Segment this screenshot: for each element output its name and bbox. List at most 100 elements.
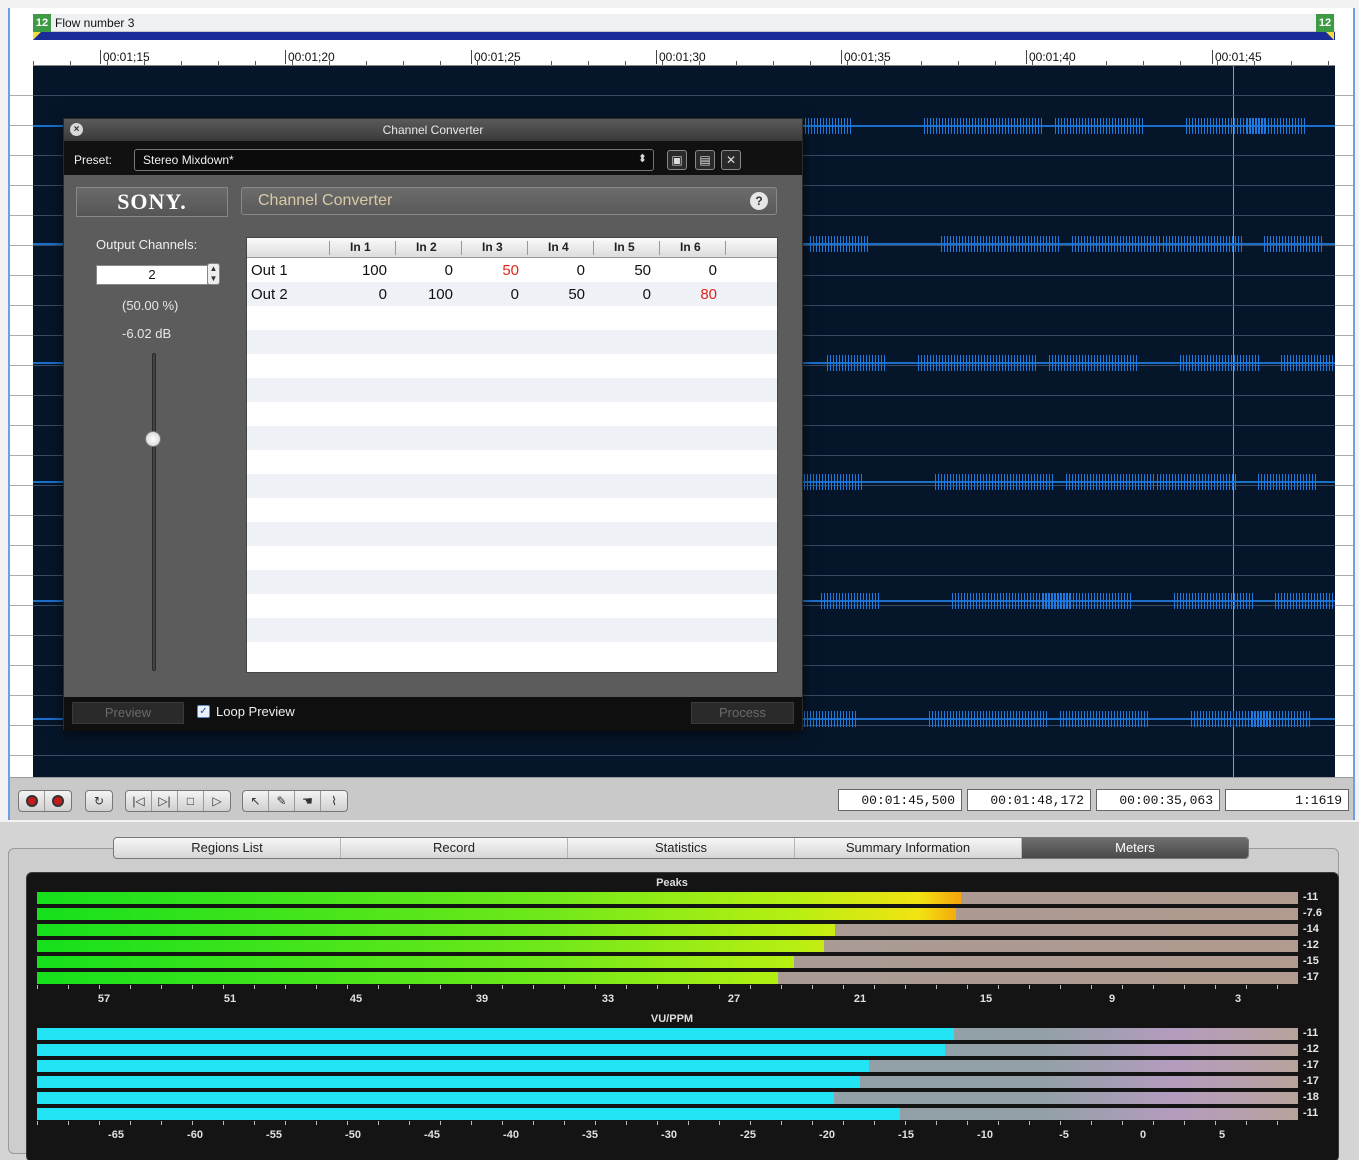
preset-bar: Preset: Stereo Mixdown* ⬍ ▣ ▤ ✕ [64,141,802,175]
matrix-column-header[interactable]: In 1 [350,240,371,254]
gain-slider-thumb[interactable] [145,430,161,447]
waveform-burst [804,474,864,490]
loop-button[interactable]: ↻ [86,791,112,811]
matrix-empty-row [247,330,777,354]
play-button[interactable]: ▷ [204,791,230,811]
meter-bar [37,1028,1298,1040]
matrix-column-header[interactable]: In 6 [680,240,701,254]
close-icon[interactable]: × [70,123,83,136]
region-start-marker[interactable]: 12 [33,14,51,32]
matrix-cell[interactable]: 50 [611,262,651,279]
floppy-save-icon: ▤ [699,153,711,167]
meter-fill [37,908,957,920]
matrix-cell[interactable]: 0 [347,286,387,303]
save-as-preset-button[interactable]: ▤ [695,150,715,170]
help-icon[interactable]: ? [750,192,768,210]
meter-value: -11 [1303,1027,1319,1039]
envelope-icon: ⌇ [331,794,337,808]
delete-preset-button[interactable]: ✕ [721,150,741,170]
waveform-burst [821,593,881,609]
record-button[interactable] [19,791,45,811]
tab-meters[interactable]: Meters [1022,838,1248,858]
selection-start-field[interactable]: 00:01:45,500 [838,789,962,811]
meter-scale-label: -55 [266,1129,282,1141]
matrix-cell[interactable]: 50 [479,262,519,279]
zoom-ratio-field[interactable]: 1:1619 [1225,789,1349,811]
matrix-empty-row [247,642,777,666]
meter-bar [37,956,1298,968]
region-title: Flow number 3 [55,16,135,30]
meter-fill [37,1108,900,1120]
matrix-column-header[interactable]: In 3 [482,240,503,254]
matrix-cell[interactable]: 0 [677,262,717,279]
time-ruler[interactable]: 00:01;15 00:01;20 00:01;25 00:01;30 00:0… [33,40,1335,66]
waveform-burst [941,236,1061,252]
meter-value: -17 [1303,1059,1319,1071]
matrix-empty-row [247,498,777,522]
matrix-column-header[interactable]: In 4 [548,240,569,254]
preview-button[interactable]: Preview [72,702,184,724]
meter-bar [37,1044,1298,1056]
matrix-empty-row [247,426,777,450]
save-preset-button[interactable]: ▣ [667,150,687,170]
region-bar[interactable]: Flow number 3 [33,14,1335,32]
select-tool-button[interactable]: ↖ [243,791,269,811]
matrix-row[interactable]: Out 1 100 0 50 0 50 0 [247,258,777,282]
meter-bar [37,892,1298,904]
matrix-cell[interactable]: 100 [347,262,387,279]
preset-select[interactable]: Stereo Mixdown* ⬍ [134,149,654,171]
column-separator [725,241,726,255]
matrix-empty-row [247,570,777,594]
track-gridline [33,95,1335,96]
meter-scale-label: -60 [187,1129,203,1141]
meter-scale-label: 45 [349,993,363,1005]
selection-end-field[interactable]: 00:01:48,172 [967,789,1091,811]
pencil-tool-button[interactable]: ✎ [269,791,295,811]
scrub-tool-button[interactable]: ☚ [295,791,321,811]
selection-length-field[interactable]: 00:00:35,063 [1096,789,1220,811]
gain-db: -6.02 dB [122,326,172,341]
matrix-cell[interactable]: 0 [413,262,453,279]
matrix-cell[interactable]: 0 [611,286,651,303]
region-line [33,32,1335,40]
tab-statistics[interactable]: Statistics [568,838,795,858]
tab-record[interactable]: Record [341,838,568,858]
skip-forward-icon: ▷| [158,794,171,808]
region-end-marker[interactable]: 12 [1316,14,1334,32]
matrix-column-header[interactable]: In 2 [416,240,437,254]
matrix-cell[interactable]: 0 [545,262,585,279]
meter-scale-label: -25 [740,1129,756,1141]
column-separator [527,241,528,255]
matrix-column-header[interactable]: In 5 [614,240,635,254]
meter-fill [37,924,836,936]
gain-slider-track[interactable] [152,353,156,671]
process-button[interactable]: Process [691,702,794,724]
envelope-tool-button[interactable]: ⌇ [321,791,347,811]
record-arm-button[interactable] [45,791,71,811]
tool-button-group: ↖ ✎ ☚ ⌇ [242,790,348,812]
loop-preview-checkbox[interactable]: ✓ [197,705,210,718]
matrix-cell[interactable]: 0 [479,286,519,303]
waveform-burst [1264,236,1324,252]
matrix-row[interactable]: Out 2 0 100 0 50 0 80 [247,282,777,306]
matrix-cell[interactable]: 80 [677,286,717,303]
meter-bar [37,1092,1298,1104]
loop-preview-label[interactable]: Loop Preview [216,704,295,719]
waveform-burst [1043,593,1133,609]
go-to-start-button[interactable]: |◁ [126,791,152,811]
tab-regions-list[interactable]: Regions List [114,838,341,858]
stop-button[interactable]: □ [178,791,204,811]
matrix-empty-row [247,594,777,618]
output-channels-input[interactable]: 2 [96,265,208,285]
tab-summary-information[interactable]: Summary Information [795,838,1022,858]
go-to-end-button[interactable]: ▷| [152,791,178,811]
meter-value: -11 [1303,1107,1319,1119]
ruler-tick-label: 00:01;20 [285,50,335,64]
matrix-cell[interactable]: 100 [413,286,453,303]
waveform-burst [798,711,858,727]
meter-bar [37,1060,1298,1072]
loop-icon: ↻ [93,794,105,808]
output-channels-stepper[interactable]: ▲ ▼ [207,263,220,285]
region-end-flag-icon [1326,32,1334,40]
matrix-cell[interactable]: 50 [545,286,585,303]
